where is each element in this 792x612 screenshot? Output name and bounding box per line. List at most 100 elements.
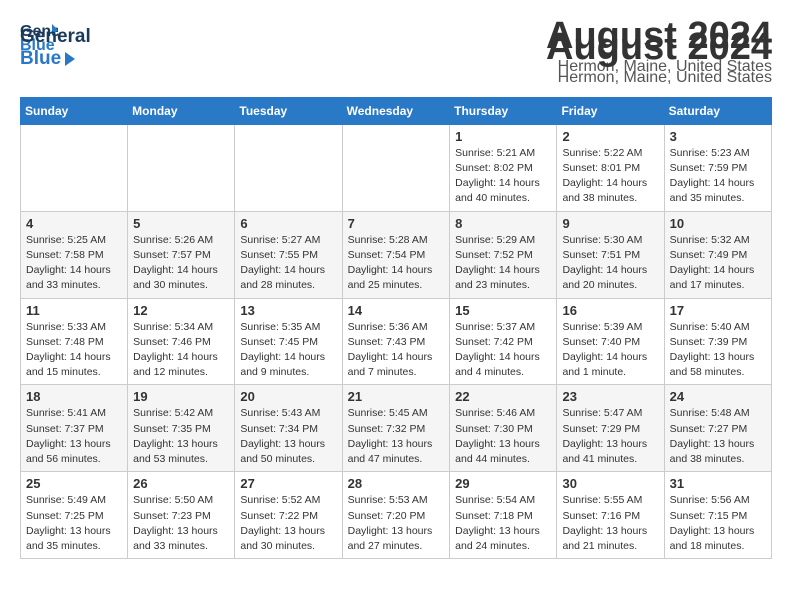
calendar-cell: 7 Sunrise: 5:28 AM Sunset: 7:54 PM Daylig… (342, 211, 450, 298)
calendar-cell: 27 Sunrise: 5:52 AM Sunset: 7:22 PM Dayli… (235, 472, 342, 559)
day-detail: Sunrise: 5:40 AM Sunset: 7:39 PM Dayligh… (670, 320, 766, 381)
day-detail: Sunrise: 5:42 AM Sunset: 7:35 PM Dayligh… (133, 406, 229, 467)
calendar-cell: 31 Sunrise: 5:56 AM Sunset: 7:15 PM Dayli… (664, 472, 771, 559)
day-number: 28 (348, 476, 445, 491)
calendar-cell: 30 Sunrise: 5:55 AM Sunset: 7:16 PM Dayli… (557, 472, 664, 559)
day-header-tuesday: Tuesday (235, 97, 342, 124)
logo-arrow-icon (65, 52, 75, 66)
title-block: August 2024 Hermon, Maine, United States (546, 26, 772, 87)
day-number: 18 (26, 389, 122, 404)
calendar-cell: 20Sunrise: 5:43 AM Sunset: 7:34 PM Dayli… (235, 385, 342, 472)
logo-block: General Blue (20, 26, 91, 70)
day-detail: Sunrise: 5:47 AM Sunset: 7:29 PM Dayligh… (562, 406, 658, 467)
day-number: 30 (562, 476, 658, 491)
day-detail: Sunrise: 5:45 AM Sunset: 7:32 PM Dayligh… (348, 406, 445, 467)
calendar-cell: 15 Sunrise: 5:37 AM Sunset: 7:42 PM Dayli… (450, 298, 557, 385)
day-number: 14 (348, 303, 445, 318)
day-detail: Sunrise: 5:49 AM Sunset: 7:25 PM Dayligh… (26, 493, 122, 554)
calendar-cell: 29Sunrise: 5:54 AM Sunset: 7:18 PM Dayli… (450, 472, 557, 559)
calendar-week-3: 11 Sunrise: 5:33 AM Sunset: 7:48 PM Dayli… (21, 298, 772, 385)
calendar-cell: 3 Sunrise: 5:23 AM Sunset: 7:59 PM Daylig… (664, 124, 771, 211)
day-detail: Sunrise: 5:37 AM Sunset: 7:42 PM Dayligh… (455, 320, 551, 381)
day-header-wednesday: Wednesday (342, 97, 450, 124)
calendar-week-5: 25 Sunrise: 5:49 AM Sunset: 7:25 PM Dayli… (21, 472, 772, 559)
day-detail: Sunrise: 5:53 AM Sunset: 7:20 PM Dayligh… (348, 493, 445, 554)
day-detail: Sunrise: 5:43 AM Sunset: 7:34 PM Dayligh… (240, 406, 336, 467)
calendar-cell: 25 Sunrise: 5:49 AM Sunset: 7:25 PM Dayli… (21, 472, 128, 559)
calendar-cell (21, 124, 128, 211)
calendar-week-1: 1Sunrise: 5:21 AM Sunset: 8:02 PM Daylig… (21, 124, 772, 211)
day-detail: Sunrise: 5:41 AM Sunset: 7:37 PM Dayligh… (26, 406, 122, 467)
day-number: 9 (562, 216, 658, 231)
day-number: 8 (455, 216, 551, 231)
calendar-header-row: SundayMondayTuesdayWednesdayThursdayFrid… (21, 97, 772, 124)
day-number: 26 (133, 476, 229, 491)
calendar-cell: 1Sunrise: 5:21 AM Sunset: 8:02 PM Daylig… (450, 124, 557, 211)
day-detail: Sunrise: 5:22 AM Sunset: 8:01 PM Dayligh… (562, 146, 658, 207)
calendar-cell: 11 Sunrise: 5:33 AM Sunset: 7:48 PM Dayli… (21, 298, 128, 385)
day-number: 22 (455, 389, 551, 404)
day-number: 6 (240, 216, 336, 231)
calendar-cell (128, 124, 235, 211)
day-number: 7 (348, 216, 445, 231)
calendar-cell: 21 Sunrise: 5:45 AM Sunset: 7:32 PM Dayli… (342, 385, 450, 472)
day-detail: Sunrise: 5:52 AM Sunset: 7:22 PM Dayligh… (240, 493, 336, 554)
calendar-cell: 22 Sunrise: 5:46 AM Sunset: 7:30 PM Dayli… (450, 385, 557, 472)
day-number: 19 (133, 389, 229, 404)
calendar-cell: 26Sunrise: 5:50 AM Sunset: 7:23 PM Dayli… (128, 472, 235, 559)
day-detail: Sunrise: 5:33 AM Sunset: 7:48 PM Dayligh… (26, 320, 122, 381)
day-number: 23 (562, 389, 658, 404)
calendar-cell: 23 Sunrise: 5:47 AM Sunset: 7:29 PM Dayli… (557, 385, 664, 472)
day-number: 17 (670, 303, 766, 318)
calendar-cell: 6 Sunrise: 5:27 AM Sunset: 7:55 PM Daylig… (235, 211, 342, 298)
calendar-cell: 9 Sunrise: 5:30 AM Sunset: 7:51 PM Daylig… (557, 211, 664, 298)
day-number: 15 (455, 303, 551, 318)
day-number: 21 (348, 389, 445, 404)
day-number: 13 (240, 303, 336, 318)
main-title: August 2024 (546, 26, 772, 69)
day-number: 27 (240, 476, 336, 491)
calendar-cell: 13 Sunrise: 5:35 AM Sunset: 7:45 PM Dayli… (235, 298, 342, 385)
calendar-cell: 24Sunrise: 5:48 AM Sunset: 7:27 PM Dayli… (664, 385, 771, 472)
day-number: 10 (670, 216, 766, 231)
day-number: 29 (455, 476, 551, 491)
calendar-cell: 4 Sunrise: 5:25 AM Sunset: 7:58 PM Daylig… (21, 211, 128, 298)
day-number: 5 (133, 216, 229, 231)
calendar-week-2: 4 Sunrise: 5:25 AM Sunset: 7:58 PM Daylig… (21, 211, 772, 298)
day-number: 11 (26, 303, 122, 318)
day-detail: Sunrise: 5:26 AM Sunset: 7:57 PM Dayligh… (133, 233, 229, 294)
day-detail: Sunrise: 5:21 AM Sunset: 8:02 PM Dayligh… (455, 146, 551, 207)
day-number: 3 (670, 129, 766, 144)
day-header-sunday: Sunday (21, 97, 128, 124)
day-number: 4 (26, 216, 122, 231)
day-number: 2 (562, 129, 658, 144)
day-header-saturday: Saturday (664, 97, 771, 124)
calendar-cell: 8Sunrise: 5:29 AM Sunset: 7:52 PM Daylig… (450, 211, 557, 298)
calendar-cell (342, 124, 450, 211)
day-detail: Sunrise: 5:34 AM Sunset: 7:46 PM Dayligh… (133, 320, 229, 381)
day-detail: Sunrise: 5:39 AM Sunset: 7:40 PM Dayligh… (562, 320, 658, 381)
day-detail: Sunrise: 5:46 AM Sunset: 7:30 PM Dayligh… (455, 406, 551, 467)
day-detail: Sunrise: 5:56 AM Sunset: 7:15 PM Dayligh… (670, 493, 766, 554)
day-detail: Sunrise: 5:25 AM Sunset: 7:58 PM Dayligh… (26, 233, 122, 294)
calendar-cell: 19 Sunrise: 5:42 AM Sunset: 7:35 PM Dayli… (128, 385, 235, 472)
day-detail: Sunrise: 5:28 AM Sunset: 7:54 PM Dayligh… (348, 233, 445, 294)
calendar-week-4: 18 Sunrise: 5:41 AM Sunset: 7:37 PM Dayli… (21, 385, 772, 472)
day-detail: Sunrise: 5:23 AM Sunset: 7:59 PM Dayligh… (670, 146, 766, 207)
calendar-cell: 12Sunrise: 5:34 AM Sunset: 7:46 PM Dayli… (128, 298, 235, 385)
day-number: 25 (26, 476, 122, 491)
calendar-cell: 28 Sunrise: 5:53 AM Sunset: 7:20 PM Dayli… (342, 472, 450, 559)
calendar-table: SundayMondayTuesdayWednesdayThursdayFrid… (20, 97, 772, 559)
day-detail: Sunrise: 5:27 AM Sunset: 7:55 PM Dayligh… (240, 233, 336, 294)
day-detail: Sunrise: 5:55 AM Sunset: 7:16 PM Dayligh… (562, 493, 658, 554)
calendar-cell (235, 124, 342, 211)
calendar-cell: 16Sunrise: 5:39 AM Sunset: 7:40 PM Dayli… (557, 298, 664, 385)
day-detail: Sunrise: 5:35 AM Sunset: 7:45 PM Dayligh… (240, 320, 336, 381)
day-detail: Sunrise: 5:32 AM Sunset: 7:49 PM Dayligh… (670, 233, 766, 294)
day-header-thursday: Thursday (450, 97, 557, 124)
day-number: 31 (670, 476, 766, 491)
calendar-cell: 10 Sunrise: 5:32 AM Sunset: 7:49 PM Dayli… (664, 211, 771, 298)
day-detail: Sunrise: 5:30 AM Sunset: 7:51 PM Dayligh… (562, 233, 658, 294)
calendar-cell: 17 Sunrise: 5:40 AM Sunset: 7:39 PM Dayli… (664, 298, 771, 385)
day-header-monday: Monday (128, 97, 235, 124)
